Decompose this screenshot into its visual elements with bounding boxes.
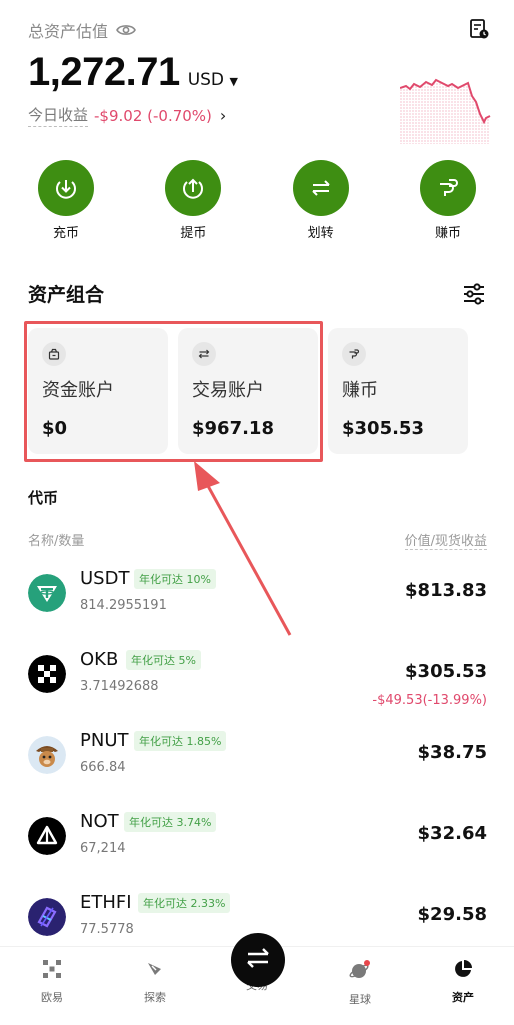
chevron-right-icon: ›: [219, 106, 227, 125]
portfolio-title: 资产组合: [28, 284, 105, 306]
apy-badge: 年化可达 3.74%: [124, 812, 217, 832]
caret-down-icon: ▼: [226, 75, 238, 88]
earn-label: 赚币: [434, 226, 461, 241]
apy-badge: 年化可达 2.33%: [138, 893, 231, 913]
token-value: $813.83: [405, 580, 487, 601]
total-assets-label: 总资产估值: [28, 22, 109, 41]
token-pnl: -$49.53(-13.99%): [372, 693, 487, 708]
token-symbol: USDT: [80, 568, 130, 589]
token-value: $29.58: [417, 904, 487, 925]
deposit-label: 充币: [52, 226, 79, 241]
planet-icon: [349, 959, 371, 985]
okb-logo-icon: [28, 655, 66, 693]
currency-selector[interactable]: USD ▼: [188, 70, 238, 90]
earn-icon: [419, 160, 476, 216]
nav-label: 星球: [349, 993, 371, 1006]
token-list: USDT 年化可达 10% 814.2955191 $813.83 OKB 年化…: [28, 560, 487, 965]
compass-icon: [145, 959, 165, 983]
filter-settings-icon[interactable]: [462, 282, 486, 306]
tokens-title: 代币: [28, 489, 59, 507]
annotation-highlight-box: [24, 321, 323, 462]
token-amount: 77.5778: [80, 922, 134, 937]
apy-badge: 年化可达 10%: [134, 569, 216, 589]
nav-label: 资产: [452, 991, 474, 1004]
quick-actions: 充币 提币 划转 赚币: [0, 160, 514, 241]
currency-label: USD: [187, 70, 225, 90]
earn-icon: [342, 342, 366, 366]
token-symbol: PNUT: [80, 730, 129, 751]
total-balance: 1,272.71: [28, 50, 180, 94]
balance-sparkline[interactable]: [400, 74, 492, 144]
token-amount: 67,214: [80, 841, 126, 856]
token-value: $32.64: [417, 823, 487, 844]
value-pnl-header[interactable]: 价值/现货收益: [404, 530, 487, 550]
balance-row: 1,272.71 USD ▼: [28, 50, 238, 95]
apy-badge: 年化可达 1.85%: [134, 731, 227, 751]
nav-item-okx[interactable]: 欧易: [17, 959, 87, 1005]
token-row[interactable]: OKB 年化可达 5% 3.71492688 $305.53 -$49.53(-…: [28, 641, 487, 722]
ethfi-logo-icon: [28, 898, 66, 936]
withdraw-icon: [165, 160, 222, 216]
okx-logo-icon: [42, 959, 62, 983]
today-pnl-row[interactable]: 今日收益 -$9.02 (-0.70%) ›: [28, 104, 226, 127]
token-value: $305.53: [405, 661, 487, 682]
pie-chart-icon: [453, 959, 473, 983]
nav-item-explore[interactable]: 探索: [120, 959, 190, 1005]
token-value: $38.75: [417, 742, 487, 763]
name-amount-header: 名称/数量: [28, 534, 85, 549]
earn-button[interactable]: 赚币: [419, 160, 477, 241]
token-amount: 814.2955191: [80, 598, 167, 613]
trade-swap-button[interactable]: [231, 933, 285, 987]
withdraw-button[interactable]: 提币: [164, 160, 222, 241]
earn-account-card[interactable]: 赚币 $305.53: [328, 328, 468, 454]
nav-label: 探索: [144, 991, 166, 1004]
pnut-logo-icon: [28, 736, 66, 774]
token-row[interactable]: NOT 年化可达 3.74% 67,214 $32.64: [28, 803, 487, 884]
transfer-button[interactable]: 划转: [292, 160, 350, 241]
apy-badge: 年化可达 5%: [126, 650, 201, 670]
deposit-button[interactable]: 充币: [37, 160, 95, 241]
nav-label: 欧易: [41, 991, 63, 1004]
token-symbol: OKB: [80, 649, 119, 670]
transfer-icon: [292, 160, 349, 216]
usdt-logo-icon: [28, 574, 66, 612]
nav-item-planet[interactable]: 星球: [325, 959, 395, 1007]
nav-item-assets[interactable]: 资产: [428, 959, 498, 1005]
total-label-row: 总资产估值: [28, 18, 490, 42]
today-pnl-label: 今日收益: [28, 104, 89, 127]
card-name: 赚币: [342, 380, 378, 401]
deposit-icon: [38, 160, 94, 216]
not-logo-icon: [28, 817, 66, 855]
withdraw-label: 提币: [180, 226, 207, 241]
trade-swap-icon: [244, 944, 272, 976]
eye-icon[interactable]: [116, 23, 136, 37]
token-amount: 666.84: [80, 760, 126, 775]
token-symbol: NOT: [80, 811, 119, 832]
token-amount: 3.71492688: [80, 679, 159, 694]
token-symbol: ETHFI: [80, 892, 132, 913]
token-row[interactable]: PNUT 年化可达 1.85% 666.84 $38.75: [28, 722, 487, 803]
header: 总资产估值 1,272.71 USD ▼ 今日收益 -$9.02 (-0.70%…: [28, 18, 491, 144]
token-row[interactable]: USDT 年化可达 10% 814.2955191 $813.83: [28, 560, 487, 641]
card-value: $305.53: [342, 418, 424, 439]
today-pnl-value: -$9.02 (-0.70%): [94, 106, 212, 125]
transfer-label: 划转: [307, 226, 334, 241]
token-column-header: 名称/数量 价值/现货收益: [28, 530, 487, 550]
report-history-icon[interactable]: [468, 18, 490, 40]
